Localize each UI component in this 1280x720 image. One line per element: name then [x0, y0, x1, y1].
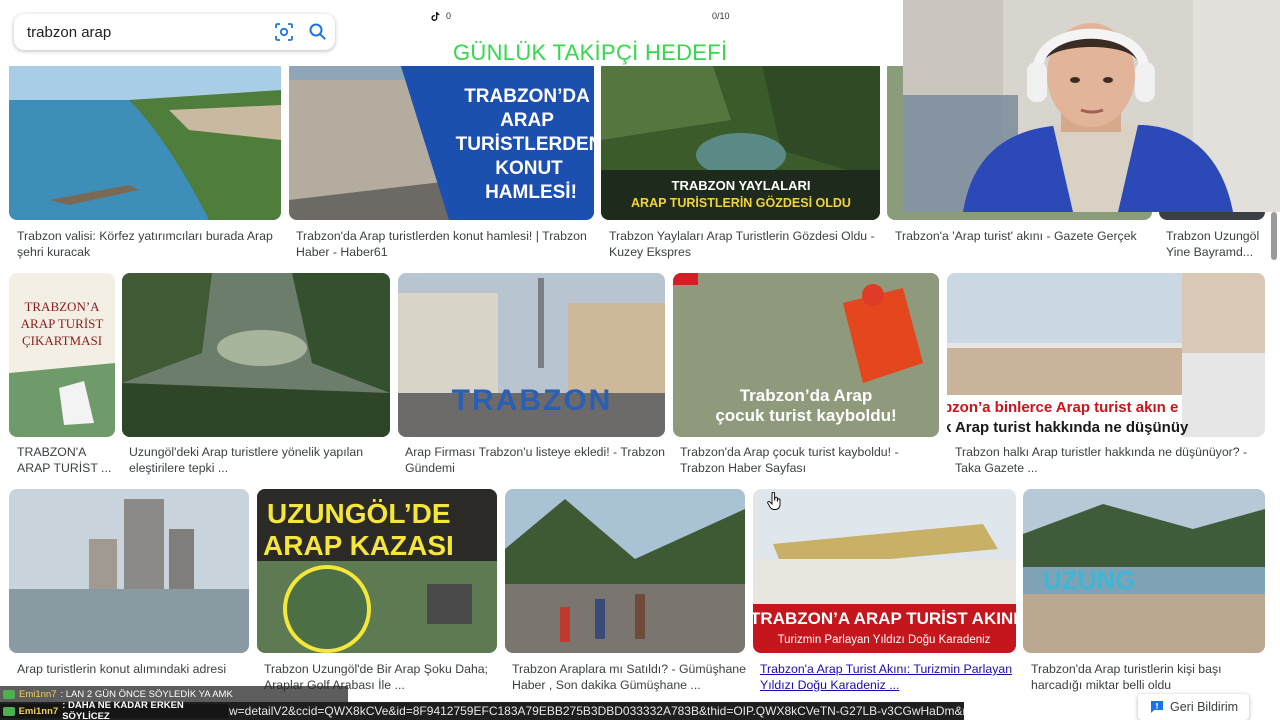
chat-message: Emi1nn7 : DAHA NE KADAR ERKEN SÖYLİCEZ: [0, 700, 228, 720]
daily-follower-goal: GÜNLÜK TAKİPÇİ HEDEFİ: [453, 40, 728, 65]
result-caption[interactable]: Trabzon halkı Arap turistler hakkında ne…: [955, 445, 1260, 476]
feedback-button[interactable]: Geri Bildirim: [1138, 694, 1249, 720]
svg-text:TRABZON’A: TRABZON’A: [24, 299, 100, 314]
svg-text:TRABZON: TRABZON: [452, 384, 613, 417]
result-caption[interactable]: Trabzon Yaylaları Arap Turistlerin Gözde…: [609, 229, 884, 260]
result-thumbnail[interactable]: [505, 489, 745, 653]
result-thumbnail[interactable]: TRABZON’A ARAP TURİST ÇIKARTMASI: [9, 273, 115, 437]
svg-text:KONUT: KONUT: [495, 158, 563, 179]
result-caption[interactable]: Trabzon'a Arap Turist Akını: Turizmin Pa…: [760, 662, 1020, 693]
svg-text:UZUNG: UZUNG: [1043, 565, 1135, 595]
svg-text:ARAP TURİST: ARAP TURİST: [21, 316, 104, 331]
svg-text:ÇIKARTMASI: ÇIKARTMASI: [22, 333, 102, 348]
svg-text:ARAP: ARAP: [500, 110, 554, 131]
search-input[interactable]: trabzon arap: [27, 24, 267, 41]
svg-text:TRABZON YAYLALARI: TRABZON YAYLALARI: [672, 178, 811, 193]
result-caption[interactable]: TRABZON'A ARAP TURİST ...: [17, 445, 117, 476]
svg-text:Trabzon’da Arap: Trabzon’da Arap: [740, 386, 873, 405]
svg-text:ARAP KAZASI: ARAP KAZASI: [263, 530, 454, 561]
feedback-icon: [1151, 701, 1163, 713]
search-icon[interactable]: [301, 14, 335, 50]
svg-text:çocuk turist kayboldu!: çocuk turist kayboldu!: [715, 406, 896, 425]
result-caption[interactable]: Trabzon'da Arap turistlerden konut hamle…: [296, 229, 596, 260]
result-thumbnail[interactable]: [122, 273, 390, 437]
tiktok-icon: [431, 11, 440, 21]
result-thumbnail[interactable]: [9, 60, 281, 220]
result-caption[interactable]: Trabzon Uzungöl Yine Bayramd...: [1166, 229, 1266, 260]
svg-text:TRABZON’A ARAP TURİST AKINI: TRABZON’A ARAP TURİST AKINI: [753, 609, 1016, 628]
result-caption[interactable]: Arap turistlerin konut alımındaki adresi: [17, 662, 257, 678]
result-thumbnail[interactable]: bzon’a binlerce Arap turist akın e k Ara…: [947, 273, 1265, 437]
result-caption[interactable]: Trabzon valisi: Körfez yatırımcıları bur…: [17, 229, 277, 260]
result-caption[interactable]: Trabzon Araplara mı Satıldı? - Gümüşhane…: [512, 662, 752, 693]
svg-text:Turizmin Parlayan Yıldızı Doğu: Turizmin Parlayan Yıldızı Doğu Karadeniz: [778, 634, 991, 646]
result-thumbnail[interactable]: Trabzon’da Arap çocuk turist kayboldu!: [673, 273, 939, 437]
result-thumbnail[interactable]: [9, 489, 249, 653]
result-caption[interactable]: Trabzon'da Arap çocuk turist kayboldu! -…: [680, 445, 945, 476]
overlay-counter-left: 0: [431, 11, 451, 21]
feedback-label: Geri Bildirim: [1170, 700, 1239, 714]
result-thumbnail[interactable]: TRABZON: [398, 273, 665, 437]
svg-text:k Arap turist hakkında ne düşü: k Arap turist hakkında ne düşünüy: [947, 419, 1189, 436]
search-box[interactable]: trabzon arap: [14, 14, 335, 50]
svg-text:bzon’a binlerce Arap turist ak: bzon’a binlerce Arap turist akın e: [947, 399, 1178, 416]
chat-text: : DAHA NE KADAR ERKEN SÖYLİCEZ: [62, 700, 184, 720]
result-thumbnail[interactable]: TRABZON YAYLALARI ARAP TURİSTLERİN GÖZDE…: [601, 60, 880, 220]
left-counter-value: 0: [446, 11, 452, 21]
result-caption[interactable]: Trabzon'a 'Arap turist' akını - Gazete G…: [895, 229, 1157, 245]
page-scrollbar[interactable]: [1271, 212, 1277, 260]
overlay-counter-right: 0/10: [712, 11, 730, 21]
svg-text:HAMLESİ!: HAMLESİ!: [485, 182, 577, 203]
chat-badge-icon: [3, 689, 15, 699]
svg-text:TRABZON’DA: TRABZON’DA: [464, 86, 590, 107]
result-caption[interactable]: Uzungöl'deki Arap turistlere yönelik yap…: [129, 445, 394, 476]
svg-text:TURİSTLERDEN: TURİSTLERDEN: [456, 134, 594, 155]
result-thumbnail[interactable]: TRABZON’A ARAP TURİST AKINI Turizmin Par…: [753, 489, 1016, 653]
webcam-overlay: [903, 0, 1280, 212]
chat-username: Emi1nn7: [19, 688, 57, 700]
status-url: w=detailV2&ccid=QWX8kCVe&id=8F9412759EFC…: [229, 704, 964, 718]
result-caption[interactable]: Trabzon'da Arap turistlerin kişi başı ha…: [1031, 662, 1266, 693]
result-caption[interactable]: Arap Firması Trabzon'u listeye ekledi! -…: [405, 445, 665, 476]
result-thumbnail[interactable]: TRABZON’DA ARAP TURİSTLERDEN KONUT HAMLE…: [289, 60, 594, 220]
result-thumbnail[interactable]: UZUNG: [1023, 489, 1265, 653]
search-header: trabzon arap 0 0/10 GÜNLÜK TAKİPÇİ HEDEF…: [0, 0, 905, 66]
visual-search-icon[interactable]: [267, 14, 301, 50]
chat-username: Emi1nn7: [18, 705, 59, 717]
result-thumbnail[interactable]: UZUNGÖL’DE ARAP KAZASI: [257, 489, 497, 653]
chat-text: : LAN 2 GÜN ÖNCE SÖYLEDİK YA AMK: [60, 688, 233, 700]
svg-text:UZUNGÖL’DE: UZUNGÖL’DE: [267, 498, 451, 529]
mouse-cursor-icon: [767, 492, 781, 510]
svg-text:ARAP TURİSTLERİN GÖZDESİ OLDU: ARAP TURİSTLERİN GÖZDESİ OLDU: [631, 195, 851, 210]
chat-badge-icon: [3, 706, 15, 716]
